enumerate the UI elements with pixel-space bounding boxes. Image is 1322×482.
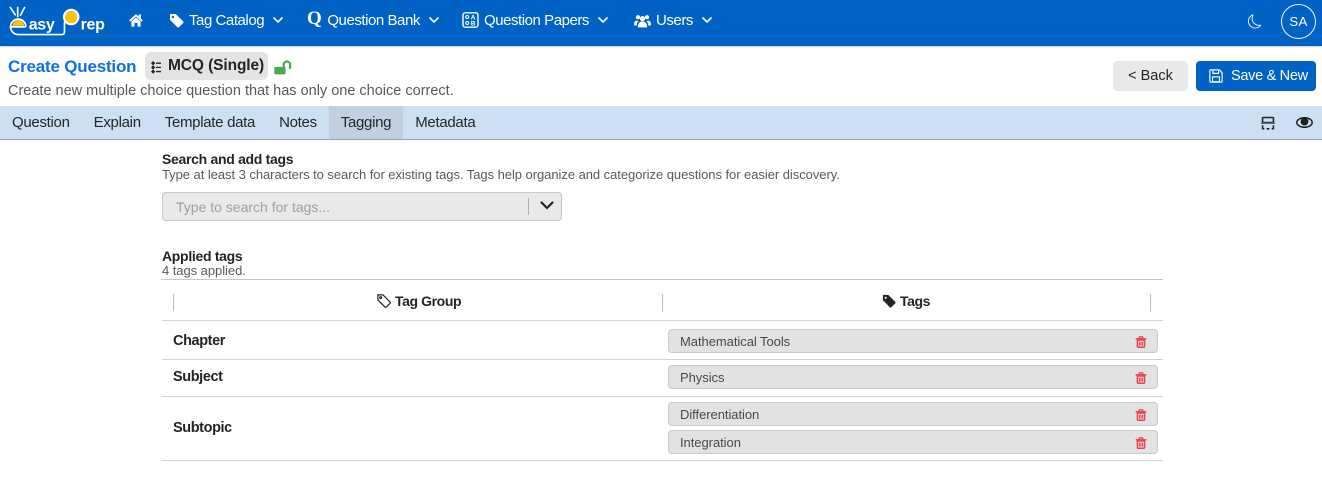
svg-text:B: B xyxy=(471,21,476,28)
svg-text:rep: rep xyxy=(81,17,106,34)
svg-text:asy: asy xyxy=(29,17,55,34)
